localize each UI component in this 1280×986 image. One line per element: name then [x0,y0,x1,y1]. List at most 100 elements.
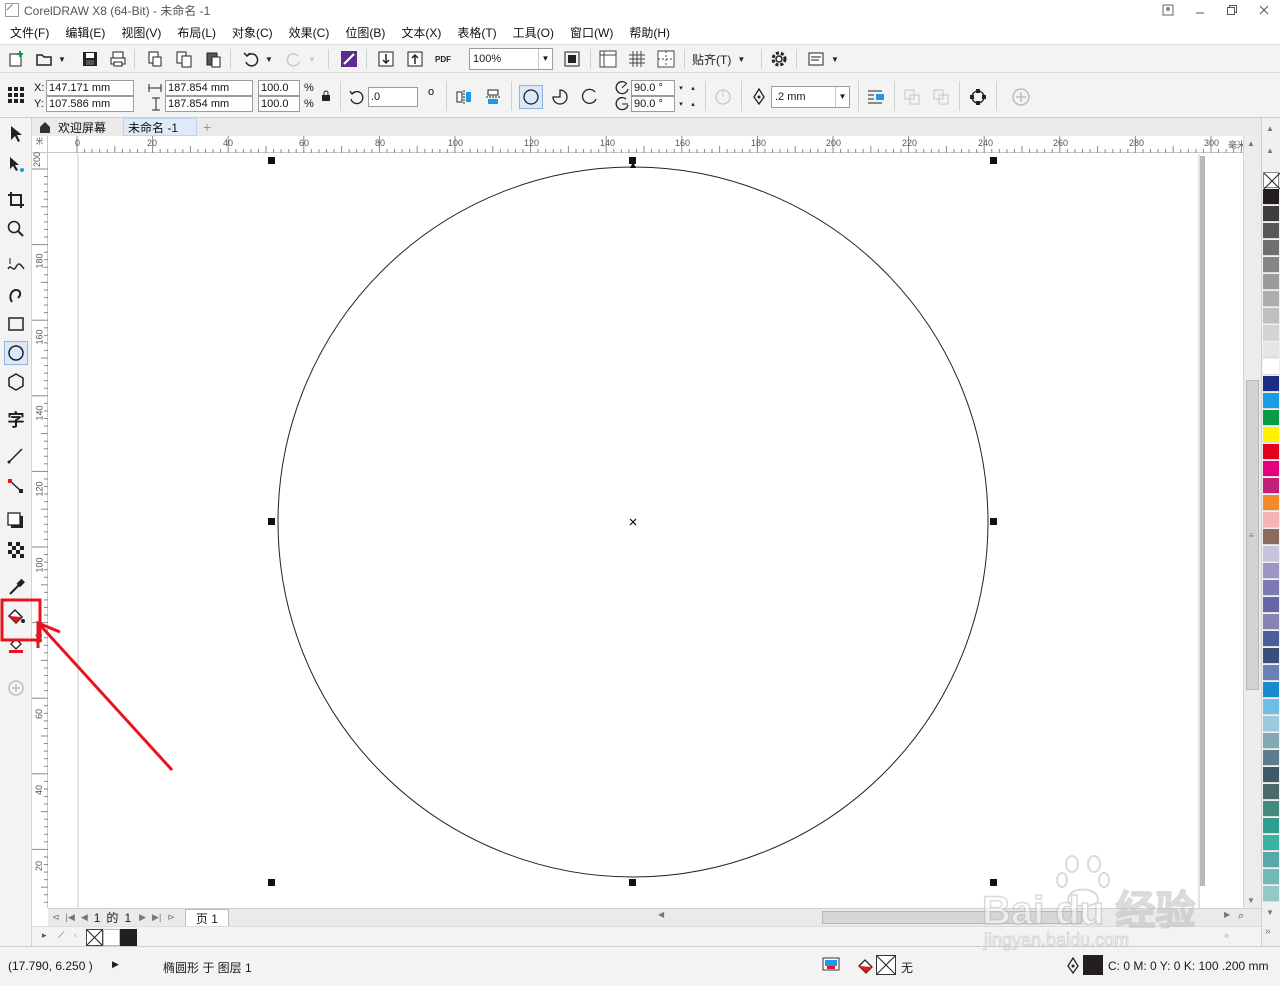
palette-color-swatch[interactable] [1263,580,1279,596]
to-back-of-layer-icon[interactable] [931,87,951,107]
start-angle-step-icon[interactable]: ▴ [688,80,698,96]
transparency-tool-icon[interactable] [4,538,28,562]
palette-color-swatch[interactable] [1263,257,1279,273]
polygon-tool-icon[interactable] [4,370,28,394]
handle-bottom-left[interactable] [268,879,275,886]
zoom-tool-icon[interactable] [4,217,28,241]
y-position-field[interactable]: 107.586 mm [46,96,134,112]
end-angle-field[interactable]: 90.0 ° [631,96,675,112]
redo-dropdown-icon[interactable]: ▼ [306,49,318,69]
palette-menu-icon[interactable]: ▲ [1266,146,1274,155]
palette-color-swatch[interactable] [1263,563,1279,579]
wrap-text-icon[interactable] [865,87,887,107]
open-icon[interactable] [34,49,54,69]
new-tab-plus-icon[interactable]: + [199,118,217,136]
menu-view[interactable]: 视图(V) [115,24,167,41]
artistic-media-tool-icon[interactable] [4,282,28,306]
menu-file[interactable]: 文件(F) [4,24,55,41]
snap-to-dropdown[interactable]: 贴齐(T) ▼ [692,49,756,69]
palette-color-swatch[interactable] [1263,886,1279,902]
end-angle-spinner-icon[interactable]: ▾ [676,96,686,112]
end-angle-step-icon[interactable]: ▴ [688,96,698,112]
palette-down-icon[interactable]: ▼ [1266,908,1274,917]
help-window-icon[interactable] [1152,0,1184,20]
parallel-dimension-tool-icon[interactable] [4,444,28,468]
status-expand-icon[interactable]: ▶ [112,959,119,970]
page-tab-1[interactable]: 页 1 [184,909,229,926]
palette-color-swatch[interactable] [1263,750,1279,766]
redo-icon[interactable] [284,49,304,69]
search-content-icon[interactable] [339,49,359,69]
palette-color-swatch[interactable] [1263,206,1279,222]
scale-height-field[interactable]: 100.0 [258,96,300,112]
ellipse-tool-icon[interactable] [4,341,28,365]
palette-color-swatch[interactable] [1263,648,1279,664]
palette-color-swatch[interactable] [1263,274,1279,290]
doc-palette-white-swatch[interactable] [103,929,120,946]
outline-width-dropdown[interactable]: .2 mm ▼ [771,86,850,108]
mirror-vertical-icon[interactable] [483,87,503,107]
tab-welcome-screen[interactable]: 欢迎屏幕 [34,118,122,136]
palette-color-swatch[interactable] [1263,376,1279,392]
handle-left[interactable] [268,518,275,525]
vertical-ruler[interactable]: 200 180 160 140 120 100 80 60 40 20 [32,152,48,908]
lock-ratio-icon[interactable] [321,90,331,105]
zoom-navigator-icon[interactable]: ⌕ [1238,910,1244,923]
show-grid-icon[interactable] [627,49,647,69]
palette-color-swatch[interactable] [1263,291,1279,307]
tab-document[interactable]: 未命名 -1 [123,118,197,136]
palette-color-swatch[interactable] [1263,410,1279,426]
menu-edit[interactable]: 编辑(E) [59,24,111,41]
ruler-origin[interactable]: 米 [32,136,48,153]
palette-color-swatch[interactable] [1263,835,1279,851]
options-gear-icon[interactable] [769,49,789,69]
close-button[interactable] [1248,0,1280,20]
prev-start-icon[interactable]: |◀ [66,912,75,923]
palette-color-swatch[interactable] [1263,478,1279,494]
menu-table[interactable]: 表格(T) [451,24,502,41]
open-recent-dropdown-icon[interactable]: ▼ [56,49,68,69]
menu-object[interactable]: 对象(C) [226,24,279,41]
doc-palette-eyedropper-icon[interactable]: ⟋ [58,930,64,941]
launcher-dropdown-icon[interactable]: ▼ [829,49,841,69]
undo-icon[interactable] [241,49,261,69]
rectangle-tool-icon[interactable] [4,312,28,336]
handle-top-right[interactable] [990,157,997,164]
add-plus-icon[interactable] [1010,87,1032,107]
palette-color-swatch[interactable] [1263,682,1279,698]
palette-color-swatch[interactable] [1263,342,1279,358]
save-icon[interactable] [80,49,100,69]
palette-color-swatch[interactable] [1263,444,1279,460]
freehand-tool-icon[interactable] [4,253,28,277]
object-origin-icon[interactable] [6,85,26,105]
palette-color-swatch[interactable] [1263,767,1279,783]
convert-to-curves-icon[interactable] [968,87,988,107]
vertical-scrollbar[interactable]: ▲ ≡ ▼ [1243,136,1261,908]
import-icon[interactable] [376,49,396,69]
palette-color-swatch[interactable] [1263,716,1279,732]
start-angle-spinner-icon[interactable]: ▾ [676,80,686,96]
palette-color-swatch[interactable] [1263,597,1279,613]
pie-mode-icon[interactable] [548,85,572,109]
doc-palette-black-swatch[interactable] [120,929,137,946]
scroll-up-icon[interactable]: ▲ [1247,139,1255,148]
palette-color-swatch[interactable] [1263,801,1279,817]
vertical-scroll-thumb[interactable]: ≡ [1246,380,1259,690]
to-front-of-layer-icon[interactable] [902,87,922,107]
handle-top-left[interactable] [268,157,275,164]
add-page-icon[interactable]: ⊳ [167,912,175,923]
palette-color-swatch[interactable] [1263,852,1279,868]
palette-color-swatch[interactable] [1263,308,1279,324]
next-end-icon[interactable]: ▶| [152,912,161,923]
full-screen-preview-icon[interactable] [562,49,582,69]
palette-color-swatch[interactable] [1263,614,1279,630]
paste-icon[interactable] [203,49,223,69]
palette-color-swatch[interactable] [1263,512,1279,528]
doc-palette-arrow-icon[interactable]: ▸ [42,930,47,941]
palette-color-swatch[interactable] [1263,325,1279,341]
palette-color-swatch[interactable] [1263,461,1279,477]
palette-color-swatch[interactable] [1263,631,1279,647]
shape-tool-icon[interactable] [4,152,28,176]
palette-color-swatch[interactable] [1263,359,1279,375]
doc-palette-scroll-icon[interactable]: ‹ [74,930,77,940]
